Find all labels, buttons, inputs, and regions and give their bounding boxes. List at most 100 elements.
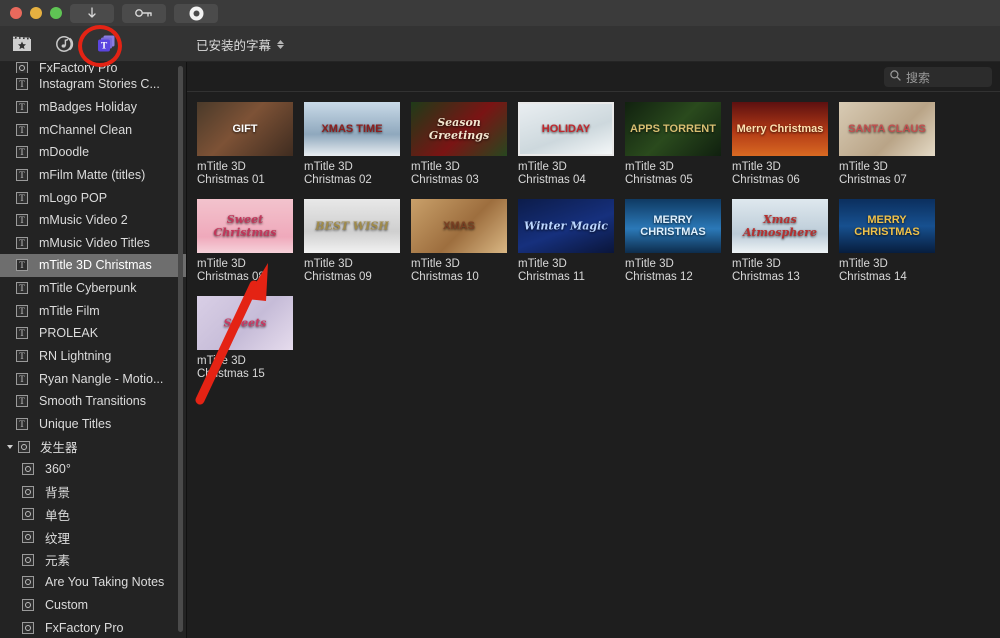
search-field[interactable]: 搜索 <box>884 67 992 87</box>
audio-browser-icon[interactable] <box>52 33 76 55</box>
title-grid-item[interactable]: GIFT mTitle 3D Christmas 01 <box>197 102 304 187</box>
sidebar-item-partial-top[interactable]: FxFactory Pro <box>0 62 186 73</box>
title-thumbnail[interactable]: APPS TORRENT <box>625 102 721 156</box>
title-grid-item[interactable]: Winter Magic mTitle 3D Christmas 11 <box>518 199 625 284</box>
title-grid-item[interactable]: HOLIDAY mTitle 3D Christmas 04 <box>518 102 625 187</box>
sidebar-item-unique-titles[interactable]: T Unique Titles <box>0 413 186 436</box>
sidebar-item-fxfactory-pro[interactable]: FxFactory Pro <box>0 616 186 638</box>
sidebar-item-label: FxFactory Pro <box>45 620 124 635</box>
thumbnail-artwork-text: Season Greetings <box>428 116 490 142</box>
sidebar-item-mtitle-cyberpunk[interactable]: TmTitle Cyberpunk <box>0 277 186 300</box>
title-grid-item[interactable]: XMAS mTitle 3D Christmas 10 <box>411 199 518 284</box>
close-window-button[interactable] <box>10 7 22 19</box>
content-header: 搜索 <box>187 62 1000 92</box>
sidebar-item-mchannel-clean[interactable]: TmChannel Clean <box>0 118 186 141</box>
title-thumbnail[interactable]: Sweets <box>197 296 293 350</box>
zoom-window-button[interactable] <box>50 7 62 19</box>
sidebar-item-label: mChannel Clean <box>39 122 133 137</box>
title-thumbnail[interactable]: XMAS <box>411 199 507 253</box>
title-thumbnail[interactable]: Xmas Atmosphere <box>732 199 828 253</box>
title-thumbnail[interactable]: HOLIDAY <box>518 102 614 156</box>
sidebar-item-instagram-stories-c[interactable]: T Instagram Stories C... <box>0 73 186 96</box>
disclosure-triangle-icon[interactable] <box>4 443 16 451</box>
category-popup-button[interactable]: 已安装的字幕 <box>192 34 288 54</box>
title-label-line1: mTitle 3D <box>732 161 781 173</box>
sidebar-item-mbadges-holiday[interactable]: TmBadges Holiday <box>0 96 186 119</box>
sidebar-item-[interactable]: 单色 <box>0 503 186 526</box>
title-icon: T <box>16 395 28 408</box>
sidebar-item-mmusic-video-titles[interactable]: TmMusic Video Titles <box>0 231 186 254</box>
title-thumbnail[interactable]: SANTA CLAUS <box>839 102 935 156</box>
sidebar-item-mmusic-video-2[interactable]: TmMusic Video 2 <box>0 209 186 232</box>
title-grid-item[interactable]: Merry Christmas mTitle 3D Christmas 06 <box>732 102 839 187</box>
sidebar-item-360[interactable]: 360° <box>0 458 186 481</box>
title-grid-item[interactable]: Season Greetings mTitle 3D Christmas 03 <box>411 102 518 187</box>
title-grid-item[interactable]: Sweets mTitle 3D Christmas 15 <box>197 296 304 381</box>
title-grid-item[interactable]: SANTA CLAUS mTitle 3D Christmas 07 <box>839 102 946 187</box>
search-icon <box>890 70 901 84</box>
title-grid-item[interactable]: XMAS TIME mTitle 3D Christmas 02 <box>304 102 411 187</box>
title-label-line1: mTitle 3D <box>518 258 567 270</box>
title-thumbnail[interactable]: Sweet Christmas <box>197 199 293 253</box>
title-thumbnail[interactable]: Winter Magic <box>518 199 614 253</box>
sidebar-item-smooth-transitions[interactable]: T Smooth Transitions <box>0 390 186 413</box>
record-button[interactable] <box>174 3 218 23</box>
title-grid-item[interactable]: BEST WISH mTitle 3D Christmas 09 <box>304 199 411 284</box>
sidebar-item-icon: T <box>14 78 30 91</box>
sidebar-item-label: 背景 <box>45 486 71 501</box>
title-thumbnail[interactable]: MERRY CHRISTMAS <box>839 199 935 253</box>
effects-browser-icon[interactable] <box>10 33 34 55</box>
title-grid-item[interactable]: Sweet Christmas mTitle 3D Christmas 08 <box>197 199 304 284</box>
title-thumbnail[interactable]: MERRY CHRISTMAS <box>625 199 721 253</box>
title-label-line1: mTitle 3D <box>839 258 888 270</box>
title-thumbnail[interactable]: BEST WISH <box>304 199 400 253</box>
sidebar-item-mtitle-film[interactable]: TmTitle Film <box>0 299 186 322</box>
thumbnail-artwork-text: MERRY CHRISTMAS <box>640 214 706 238</box>
title-thumbnail[interactable]: Merry Christmas <box>732 102 828 156</box>
key-button[interactable] <box>122 3 166 23</box>
sidebar-item-ryan-nangle-motio[interactable]: T Ryan Nangle - Motio... <box>0 367 186 390</box>
sidebar-item-mtitle-3d-christmas[interactable]: TmTitle 3D Christmas <box>0 254 186 277</box>
title-icon: T <box>16 327 28 340</box>
sidebar-list: FxFactory Pro T Instagram Stories C... TmBa… <box>0 62 186 638</box>
thumbnail-artwork: HOLIDAY <box>520 104 612 154</box>
title-grid-item[interactable]: MERRY CHRISTMAS mTitle 3D Christmas 12 <box>625 199 732 284</box>
sidebar-item-rn-lightning[interactable]: T RN Lightning <box>0 345 186 368</box>
thumbnail-artwork: SANTA CLAUS <box>839 102 935 156</box>
sidebar-item-mlogo-pop[interactable]: TmLogo POP <box>0 186 186 209</box>
sidebar-item-icon: T <box>14 168 30 181</box>
title-thumbnail[interactable]: Season Greetings <box>411 102 507 156</box>
title-grid-item[interactable]: MERRY CHRISTMAS mTitle 3D Christmas 14 <box>839 199 946 284</box>
fcpx-title-browser-window: T 已安装的字幕 FxFactory Pro T Instagram Stories… <box>0 0 1000 638</box>
download-button[interactable] <box>70 3 114 23</box>
sidebar-item-[interactable]: 元素 <box>0 548 186 571</box>
title-thumbnail[interactable]: XMAS TIME <box>304 102 400 156</box>
sidebar-item-icon <box>20 531 36 544</box>
title-icon: T <box>16 282 28 295</box>
sidebar-item-custom[interactable]: Custom <box>0 594 186 617</box>
title-grid-item[interactable]: APPS TORRENT mTitle 3D Christmas 05 <box>625 102 732 187</box>
sidebar-item-[interactable]: 纹理 <box>0 526 186 549</box>
sidebar-item-label: FxFactory Pro <box>39 62 118 73</box>
sidebar-item-are-you-taking-notes[interactable]: Are You Taking Notes <box>0 571 186 594</box>
sidebar-item-[interactable]: 发生器 <box>0 435 186 458</box>
title-label-line2: Christmas 02 <box>304 174 372 186</box>
thumbnail-artwork-text: SANTA CLAUS <box>848 123 926 135</box>
thumbnail-artwork-text: Sweets <box>223 316 267 330</box>
sidebar-item-mdoodle[interactable]: TmDoodle <box>0 141 186 164</box>
sidebar-item-[interactable]: 背景 <box>0 481 186 504</box>
titles-browser-icon[interactable]: T <box>94 33 118 55</box>
title-label-line1: mTitle 3D <box>839 161 888 173</box>
sidebar-scrollbar[interactable] <box>178 66 183 632</box>
sidebar-item-mfilm-matte-titles[interactable]: TmFilm Matte (titles) <box>0 164 186 187</box>
generator-icon <box>22 508 34 521</box>
minimize-window-button[interactable] <box>30 7 42 19</box>
title-thumbnail[interactable]: GIFT <box>197 102 293 156</box>
sidebar-item-proleak[interactable]: T PROLEAK <box>0 322 186 345</box>
category-sidebar[interactable]: FxFactory Pro T Instagram Stories C... TmBa… <box>0 62 186 638</box>
sidebar-item-icon: T <box>14 123 30 136</box>
title-label-line1: mTitle 3D <box>197 258 246 270</box>
title-grid-item-label: mTitle 3D Christmas 13 <box>732 258 828 284</box>
title-grid-item[interactable]: Xmas Atmosphere mTitle 3D Christmas 13 <box>732 199 839 284</box>
thumbnail-artwork-text: Winter Magic <box>524 219 608 233</box>
